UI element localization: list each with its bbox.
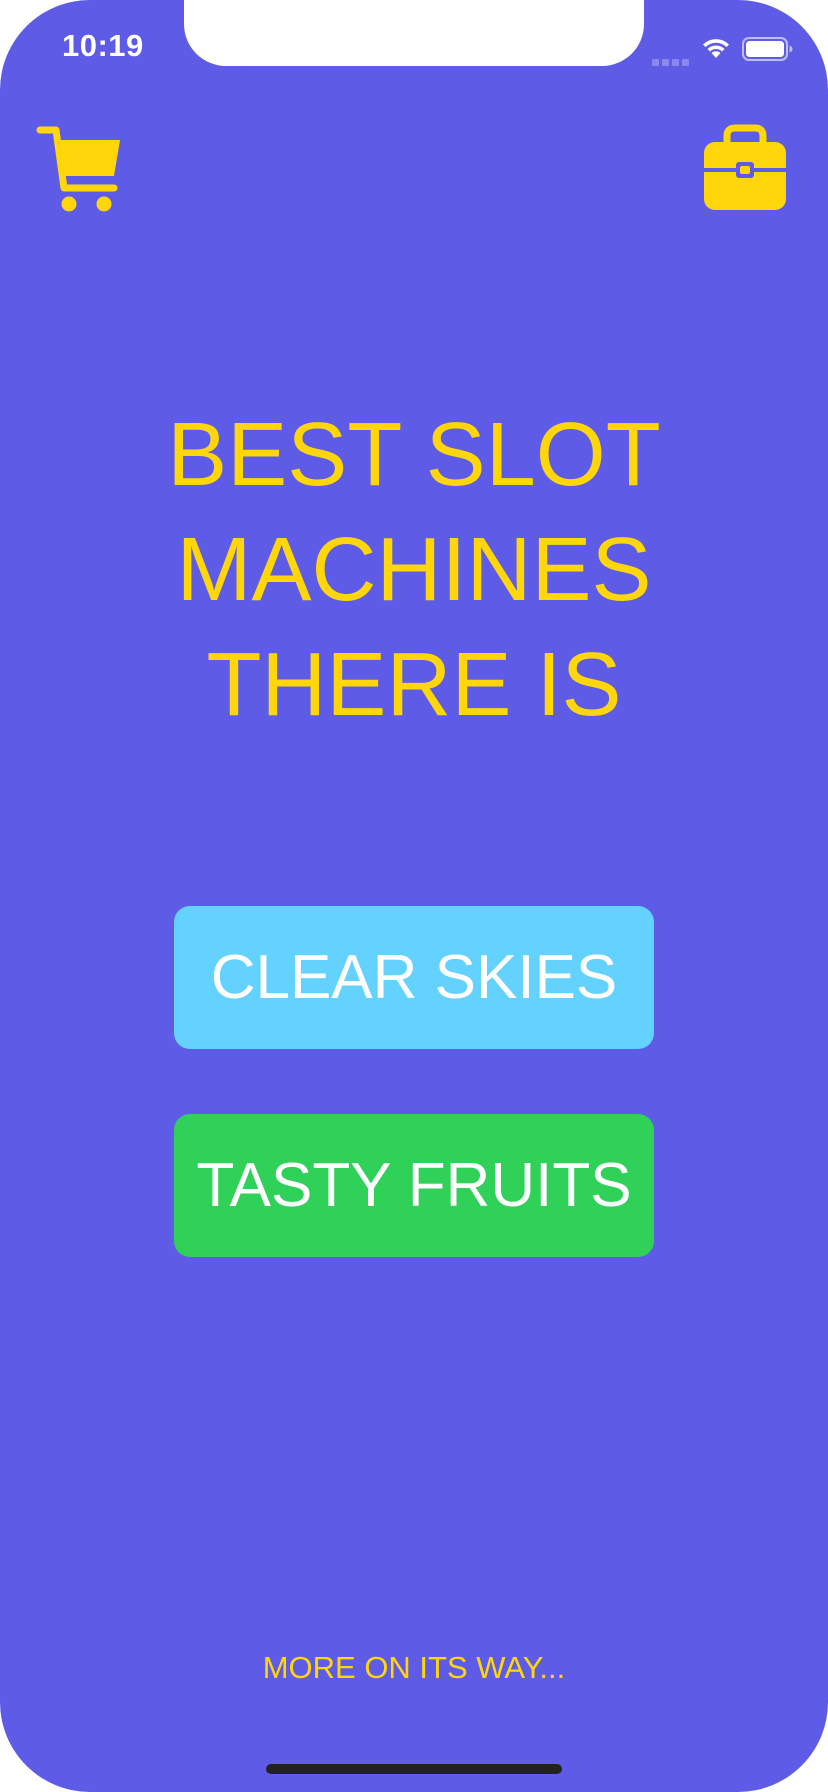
status-time: 10:19 (62, 28, 144, 63)
headline: BEST SLOT MACHINES THERE IS (0, 398, 828, 743)
footer-note: MORE ON ITS WAY... (262, 1650, 566, 1685)
shopping-cart-icon[interactable] (36, 124, 124, 214)
wifi-icon (703, 39, 729, 58)
briefcase-icon[interactable] (704, 124, 786, 210)
cellular-signal-icon (652, 53, 692, 71)
device-notch (184, 0, 644, 66)
app-screen: 10:19 BEST SLOT MACHINES THERE IS CLEAR … (0, 0, 828, 1792)
battery-icon (742, 37, 793, 61)
home-indicator[interactable] (266, 1764, 562, 1774)
clear-skies-button[interactable]: CLEAR SKIES (174, 906, 654, 1049)
headline-line: THERE IS (206, 635, 622, 735)
headline-line: BEST SLOT (167, 405, 661, 505)
tasty-fruits-button[interactable]: TASTY FRUITS (174, 1114, 654, 1257)
headline-line: MACHINES (176, 520, 652, 620)
